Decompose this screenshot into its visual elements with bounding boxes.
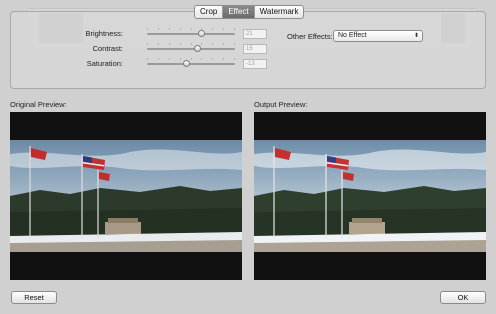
tab-crop[interactable]: Crop: [195, 6, 224, 18]
original-preview-label: Original Preview:: [10, 100, 67, 109]
effect-dialog: Crop Effect Watermark Brightness: 21 Con…: [0, 0, 496, 314]
other-effects-selected: No Effect: [338, 32, 367, 39]
up-down-chevron-icon: ⬍: [413, 33, 419, 39]
saturation-row: Saturation: -13: [11, 58, 485, 69]
saturation-value[interactable]: -13: [243, 59, 267, 69]
brightness-slider[interactable]: [147, 30, 235, 37]
original-preview: [10, 112, 242, 280]
saturation-slider[interactable]: [147, 60, 235, 67]
original-preview-image: [10, 112, 242, 280]
other-effects-select[interactable]: No Effect ⬍: [333, 30, 423, 42]
output-preview-image: [254, 112, 486, 280]
contrast-label: Contrast:: [92, 44, 123, 53]
tab-watermark[interactable]: Watermark: [255, 6, 304, 18]
ok-button[interactable]: OK: [440, 291, 486, 304]
editor-tabs: Crop Effect Watermark: [194, 5, 305, 19]
saturation-ticks: [147, 58, 235, 60]
contrast-ticks: [147, 43, 235, 45]
output-preview-label: Output Preview:: [254, 100, 308, 109]
saturation-slider-knob[interactable]: [182, 60, 190, 67]
brightness-value[interactable]: 21: [243, 29, 267, 39]
output-preview: [254, 112, 486, 280]
brightness-slider-knob[interactable]: [197, 30, 205, 37]
tab-effect[interactable]: Effect: [223, 6, 255, 18]
contrast-row: Contrast: 15: [11, 43, 485, 54]
contrast-slider[interactable]: [147, 45, 235, 52]
saturation-label: Saturation:: [86, 59, 123, 68]
contrast-value[interactable]: 15: [243, 44, 267, 54]
reset-button[interactable]: Reset: [11, 291, 57, 304]
brightness-label: Brightness:: [85, 29, 123, 38]
effect-settings-panel: Brightness: 21 Contrast: 15 Saturation: …: [10, 11, 486, 89]
brightness-ticks: [147, 28, 235, 30]
contrast-slider-knob[interactable]: [194, 45, 202, 52]
other-effects-label: Other Effects:: [287, 32, 333, 41]
